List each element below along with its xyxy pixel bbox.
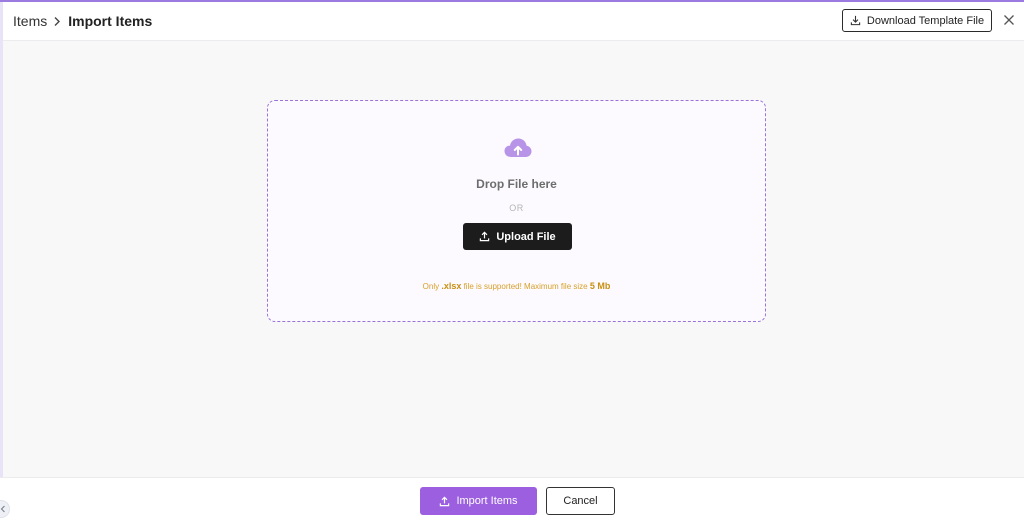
upload-icon — [479, 231, 490, 242]
supported-extension: .xlsx — [441, 281, 462, 291]
chevron-right-icon — [53, 16, 61, 27]
page-title: Import Items — [68, 13, 153, 29]
or-separator: OR — [509, 203, 524, 213]
import-items-label: Import Items — [456, 495, 518, 507]
upload-file-label: Upload File — [496, 230, 556, 243]
cloud-upload-icon — [503, 136, 533, 160]
file-support-note: Only .xlsx file is supported! Maximum fi… — [268, 281, 765, 291]
download-template-button[interactable]: Download Template File — [842, 9, 992, 32]
left-edge-line — [0, 2, 3, 521]
support-middle: file is supported! Maximum file size — [461, 282, 590, 291]
upload-file-button[interactable]: Upload File — [463, 223, 572, 250]
upload-icon — [439, 496, 450, 507]
chevron-left-icon — [0, 505, 6, 513]
download-template-label: Download Template File — [866, 14, 985, 27]
breadcrumb: Items Import Items — [13, 13, 152, 29]
page-footer: Import Items Cancel — [0, 477, 1024, 522]
support-prefix: Only — [422, 282, 442, 291]
close-icon[interactable] — [1002, 13, 1016, 27]
file-drop-zone[interactable]: Drop File here OR Upload File Only .xlsx… — [267, 100, 766, 322]
drop-file-text: Drop File here — [476, 177, 557, 191]
import-items-button[interactable]: Import Items — [420, 487, 537, 515]
page-header: Items Import Items Download Template Fil… — [3, 2, 1024, 41]
download-icon — [850, 15, 861, 26]
breadcrumb-items-link[interactable]: Items — [13, 13, 47, 29]
max-file-size: 5 Mb — [589, 281, 611, 291]
cancel-button[interactable]: Cancel — [546, 487, 615, 515]
